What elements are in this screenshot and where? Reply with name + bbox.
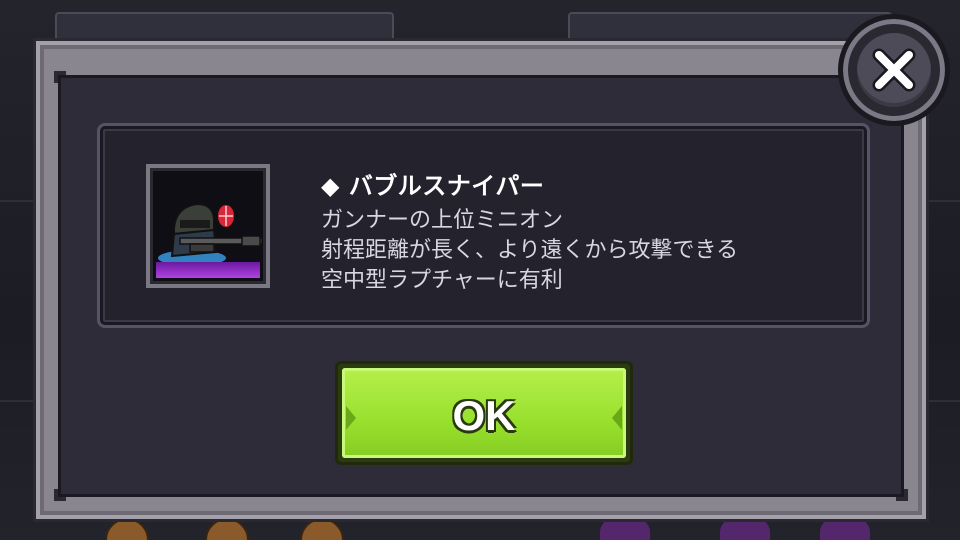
description-line: 空中型ラプチャーに有利 — [321, 268, 563, 293]
description-line: ガンナーの上位ミニオン — [321, 208, 564, 233]
dialog-body: ◆ バブルスナイパー ガンナーの上位ミニオン 射程距離が長く、より遠くから攻撃で… — [58, 75, 904, 497]
unit-description: ガンナーの上位ミニオン 射程距離が長く、より遠くから攻撃できる 空中型ラプチャー… — [321, 206, 738, 296]
bubble-sniper-unit-icon — [146, 164, 270, 288]
close-x-icon — [872, 48, 916, 92]
close-button[interactable] — [838, 14, 950, 126]
unit-info-dialog: ◆ バブルスナイパー ガンナーの上位ミニオン 射程距離が長く、より遠くから攻撃で… — [33, 38, 929, 522]
ok-button-face: OK — [342, 368, 626, 458]
rarity-glow — [156, 262, 260, 278]
ok-button[interactable]: OK — [335, 361, 633, 465]
unit-name: ◆ バブルスナイパー — [321, 172, 545, 200]
ok-button-label: OK — [452, 392, 516, 439]
unit-info-card: ◆ バブルスナイパー ガンナーの上位ミニオン 射程距離が長く、より遠くから攻撃で… — [97, 123, 870, 328]
description-line: 射程距離が長く、より遠くから攻撃できる — [321, 238, 739, 263]
close-button-face — [857, 33, 931, 107]
